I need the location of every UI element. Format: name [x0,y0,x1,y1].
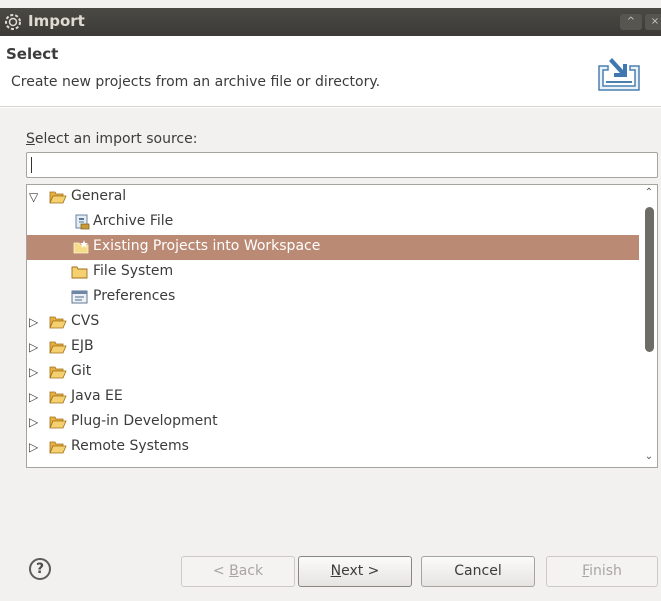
open-folder-icon [49,441,67,454]
cancel-button[interactable]: Cancel [421,556,535,587]
tree-item-label: File System [93,263,174,279]
tree-item-java-ee[interactable]: ▷ Java EE [27,385,639,410]
open-folder-icon [49,391,67,404]
tree-item-cvs[interactable]: ▷ CVS [27,310,639,335]
tree-item-ejb[interactable]: ▷ EJB [27,335,639,360]
tree-item-label: Plug-in Development [71,413,218,429]
folder-icon [71,266,88,279]
finish-button-label: inish [589,563,622,579]
import-wizard-icon [598,58,640,91]
vertical-scrollbar[interactable]: ⌃ ⌄ [641,185,657,467]
back-button-prefix: < [212,563,230,579]
finish-button[interactable]: Finish [546,556,658,587]
import-source-label: Select an import source: [26,131,197,147]
wizard-header: Select Create new projects from an archi… [0,36,661,106]
open-folder-icon [49,316,67,329]
expand-icon[interactable]: ▷ [29,365,43,379]
back-button[interactable]: < Back [181,556,295,587]
open-folder-icon [49,191,67,204]
tree-item-git[interactable]: ▷ Git [27,360,639,385]
existing-project-icon [73,240,89,254]
expand-icon[interactable]: ▷ [29,340,43,354]
tree-item-label: Remote Systems [71,438,189,454]
tree-item-label: Git [71,363,92,379]
expand-icon[interactable]: ▷ [29,390,43,404]
tree-item-preferences[interactable]: Preferences [27,285,639,310]
import-source-label-text: elect an import source: [34,131,198,147]
tree-item-archive-file[interactable]: Archive File [27,210,639,235]
tree-item-label: CVS [71,313,100,329]
expand-icon[interactable]: ▷ [29,415,43,429]
expand-icon[interactable]: ▷ [29,315,43,329]
back-button-mnemonic: B [229,563,239,579]
scroll-up-icon[interactable]: ⌃ [643,186,655,200]
collapse-icon[interactable]: ▽ [29,190,43,204]
header-separator [0,106,661,108]
scrollbar-thumb[interactable] [645,207,654,352]
tree-item-existing-projects[interactable]: Existing Projects into Workspace [27,235,639,260]
tree-item-plugin-development[interactable]: ▷ Plug-in Development [27,410,639,435]
next-button-mnemonic: N [330,563,342,579]
scroll-down-icon[interactable]: ⌄ [643,450,655,464]
tree-item-file-system[interactable]: File System [27,260,639,285]
close-button[interactable]: × [645,14,661,30]
open-folder-icon [49,366,67,379]
maximize-button[interactable]: ^ [620,14,642,30]
expand-icon[interactable]: ▷ [29,440,43,454]
window-title: Import [28,12,85,30]
gear-icon [5,14,21,30]
tree-item-general[interactable]: ▽ General [27,185,639,210]
page-description: Create new projects from an archive file… [11,74,381,90]
tree-item-label: EJB [71,338,94,354]
next-button-label: ext > [341,563,380,579]
window-titlebar: Import ^ × [0,8,661,36]
tree-item-label: Preferences [93,288,176,304]
help-button[interactable]: ? [29,558,51,580]
import-source-mnemonic: S [26,131,35,147]
back-button-label: ack [238,563,264,579]
tree-item-remote-systems[interactable]: ▷ Remote Systems [27,435,639,460]
page-title: Select [6,45,59,63]
open-folder-icon [49,341,67,354]
text-caret [31,157,32,173]
tree-item-label: Existing Projects into Workspace [93,238,321,254]
tree-item-label: General [71,188,127,204]
open-folder-icon [49,416,67,429]
tree-item-label: Archive File [93,213,174,229]
filter-input[interactable] [26,152,658,178]
tree-item-label: Java EE [71,388,123,404]
preferences-icon [71,290,88,304]
next-button[interactable]: Next > [298,556,412,587]
import-source-tree[interactable]: ▽ General Archive File Existing Projects… [26,184,658,468]
archive-file-icon [75,214,90,230]
